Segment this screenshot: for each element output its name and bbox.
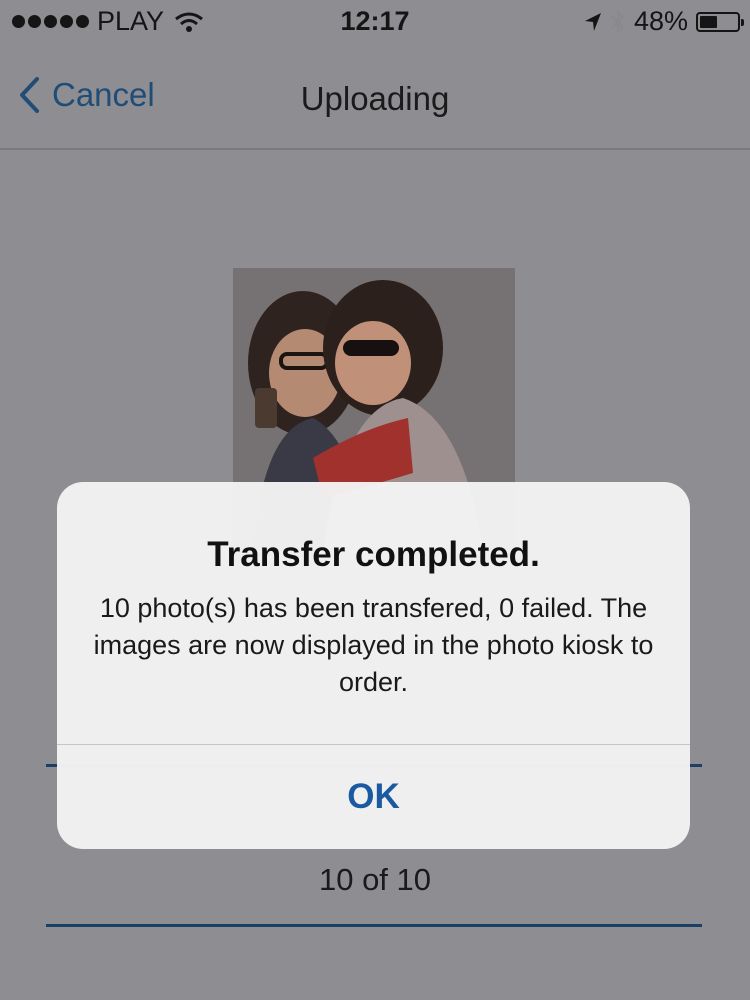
transfer-alert-dialog: Transfer completed. 10 photo(s) has been… <box>57 482 690 849</box>
navigation-bar: Cancel Uploading <box>0 46 750 150</box>
alert-message: 10 photo(s) has been transfered, 0 faile… <box>93 593 654 697</box>
status-bar: PLAY 12:17 48% <box>0 0 750 46</box>
progress-line-bottom <box>46 924 702 927</box>
location-arrow-icon <box>584 12 601 31</box>
ok-button[interactable]: OK <box>57 745 690 849</box>
bluetooth-icon <box>611 9 625 34</box>
progress-count: 10 of 10 <box>318 862 432 897</box>
battery-icon <box>696 11 744 32</box>
battery-percent: 48% <box>633 6 688 36</box>
battery-fill <box>700 15 717 28</box>
status-right: 48% <box>584 6 744 37</box>
alert-title: Transfer completed. <box>207 535 540 574</box>
page-title: Uploading <box>300 80 450 117</box>
